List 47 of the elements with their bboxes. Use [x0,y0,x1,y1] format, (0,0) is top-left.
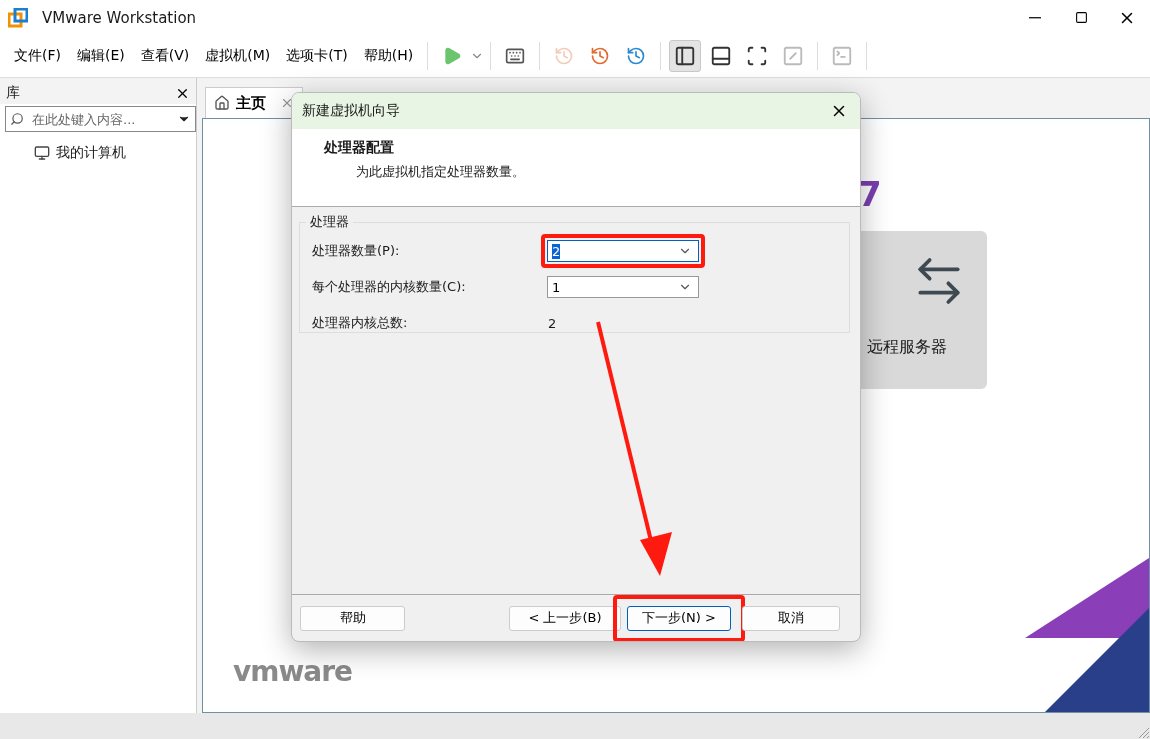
close-icon[interactable] [280,96,294,110]
group-title: 处理器 [309,213,350,231]
square-slash-icon [782,45,805,67]
menu-item[interactable]: 编辑(E) [69,43,133,69]
heading-fragment: 7 [858,177,883,211]
menu-item[interactable]: 文件(F) [6,43,69,69]
field-value: 2 [548,315,557,331]
field-label: 处理器内核总数: [312,314,409,332]
minimize-icon [1029,16,1041,19]
page-subheading: 为此虚拟机指定处理器数量。 [356,163,526,181]
play-icon [442,46,463,66]
field-label: 每个处理器的内核数量(C): [312,278,467,296]
menu-item[interactable]: 查看(V) [132,43,198,69]
keyboard-icon [505,46,526,66]
back-button[interactable]: < 上一步(B) [509,605,621,631]
vmware-logo: vmware [233,655,352,688]
menu-item[interactable]: 虚拟机(M) [197,43,279,69]
panel-left-icon [674,45,697,67]
resize-grip-icon [1138,727,1150,739]
search-icon [10,112,24,126]
window-title: VMware Workstation [42,8,197,27]
maximize-icon [1074,11,1088,24]
app-logo-icon [8,7,28,28]
page-heading: 处理器配置 [324,139,395,157]
terminal-icon [831,45,854,67]
dropdown[interactable]: 2 [547,240,699,262]
search-input[interactable]: 在此处键入内容... [30,110,154,128]
tab[interactable]: 主页 [205,87,303,118]
dialog-title: 新建虚拟机向导 [302,102,400,120]
fullscreen-icon [746,45,769,67]
monitor-icon [34,145,50,161]
menu-item[interactable]: 选项卡(T) [278,43,356,69]
home-icon [214,95,230,111]
clock-icon [590,46,611,66]
search-field[interactable]: 在此处键入内容... [5,106,196,132]
clock-icon [554,46,575,66]
cancel-button[interactable]: 取消 [742,605,840,631]
next-button[interactable]: 下一步(N) > [627,605,731,631]
library-title: 库 [6,84,20,102]
help-button[interactable]: 帮助 [300,605,405,631]
menu-item[interactable]: 帮助(H) [355,43,422,69]
field-label: 处理器数量(P): [312,242,401,260]
tree-item[interactable]: 我的计算机 [0,132,196,162]
clock-icon [626,46,647,66]
panel-bottom-icon [710,45,733,67]
toolbar-button[interactable] [669,40,702,72]
dropdown[interactable]: 1 [547,276,699,298]
